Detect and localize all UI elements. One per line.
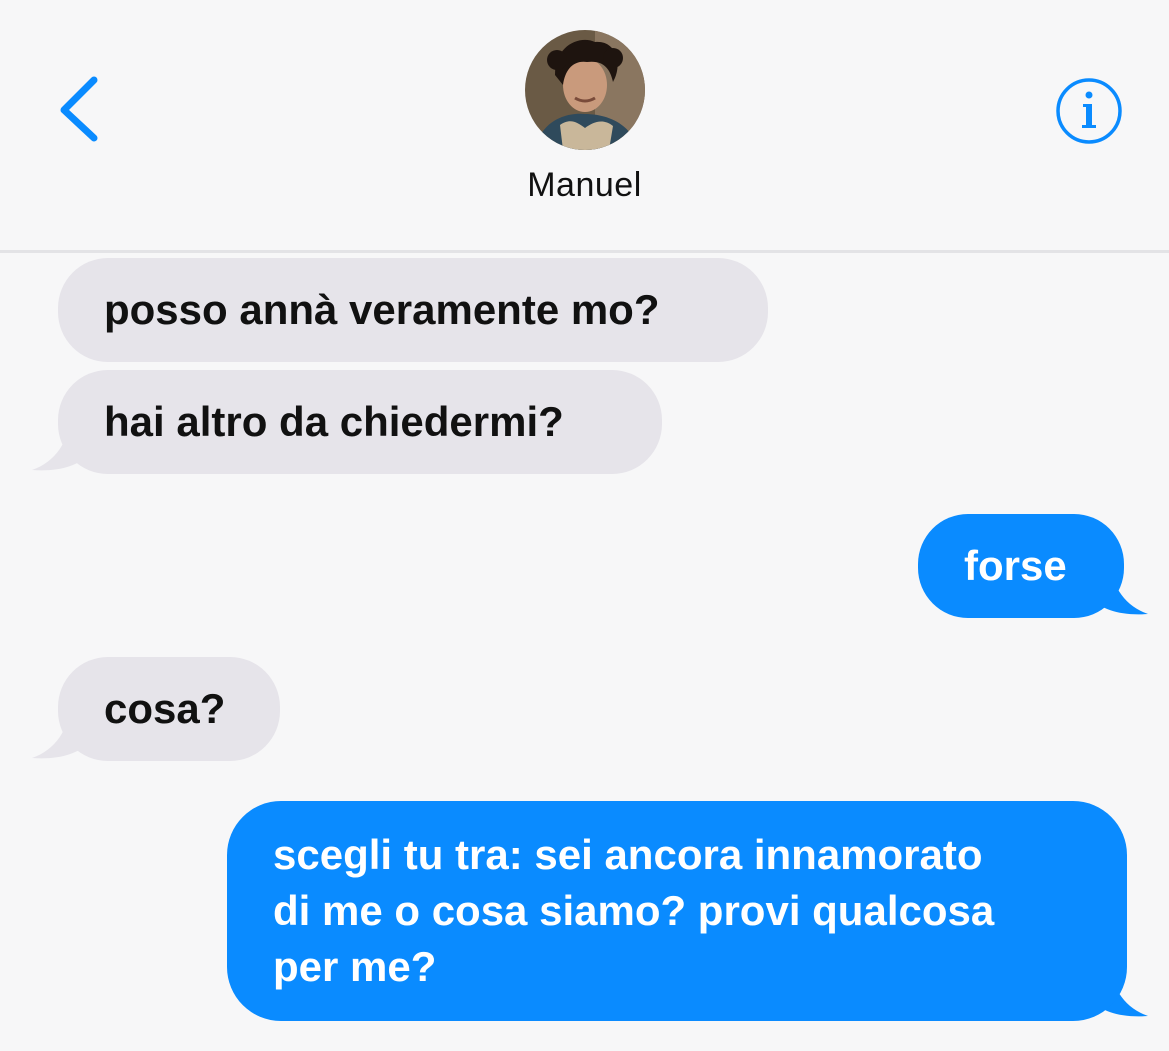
message-bubble-incoming[interactable]: posso annà veramente mo? xyxy=(58,258,768,362)
info-button[interactable] xyxy=(1054,76,1124,146)
message-text: forse xyxy=(964,542,1067,589)
avatar-image xyxy=(525,30,645,150)
message-text: hai altro da chiedermi? xyxy=(104,398,564,445)
message-bubble-outgoing[interactable]: scegli tu tra: sei ancora innamorato di … xyxy=(227,801,1127,1021)
message-bubble-outgoing[interactable]: forse xyxy=(918,514,1124,618)
message-text-line: scegli tu tra: sei ancora innamorato xyxy=(273,831,983,878)
chevron-left-icon xyxy=(60,76,98,142)
message-bubble-incoming[interactable]: cosa? xyxy=(58,657,280,761)
message-text-line: di me o cosa siamo? provi qualcosa xyxy=(273,887,995,934)
avatar[interactable] xyxy=(525,30,645,150)
message-text-line: per me? xyxy=(273,943,437,990)
back-button[interactable] xyxy=(50,72,110,152)
info-icon xyxy=(1056,78,1122,144)
message-bubble-incoming[interactable]: hai altro da chiedermi? xyxy=(58,370,662,474)
message-text: posso annà veramente mo? xyxy=(104,286,660,333)
contact-name[interactable]: Manuel xyxy=(0,166,1169,205)
conversation-header: Manuel xyxy=(0,0,1169,253)
message-text: cosa? xyxy=(104,685,226,732)
